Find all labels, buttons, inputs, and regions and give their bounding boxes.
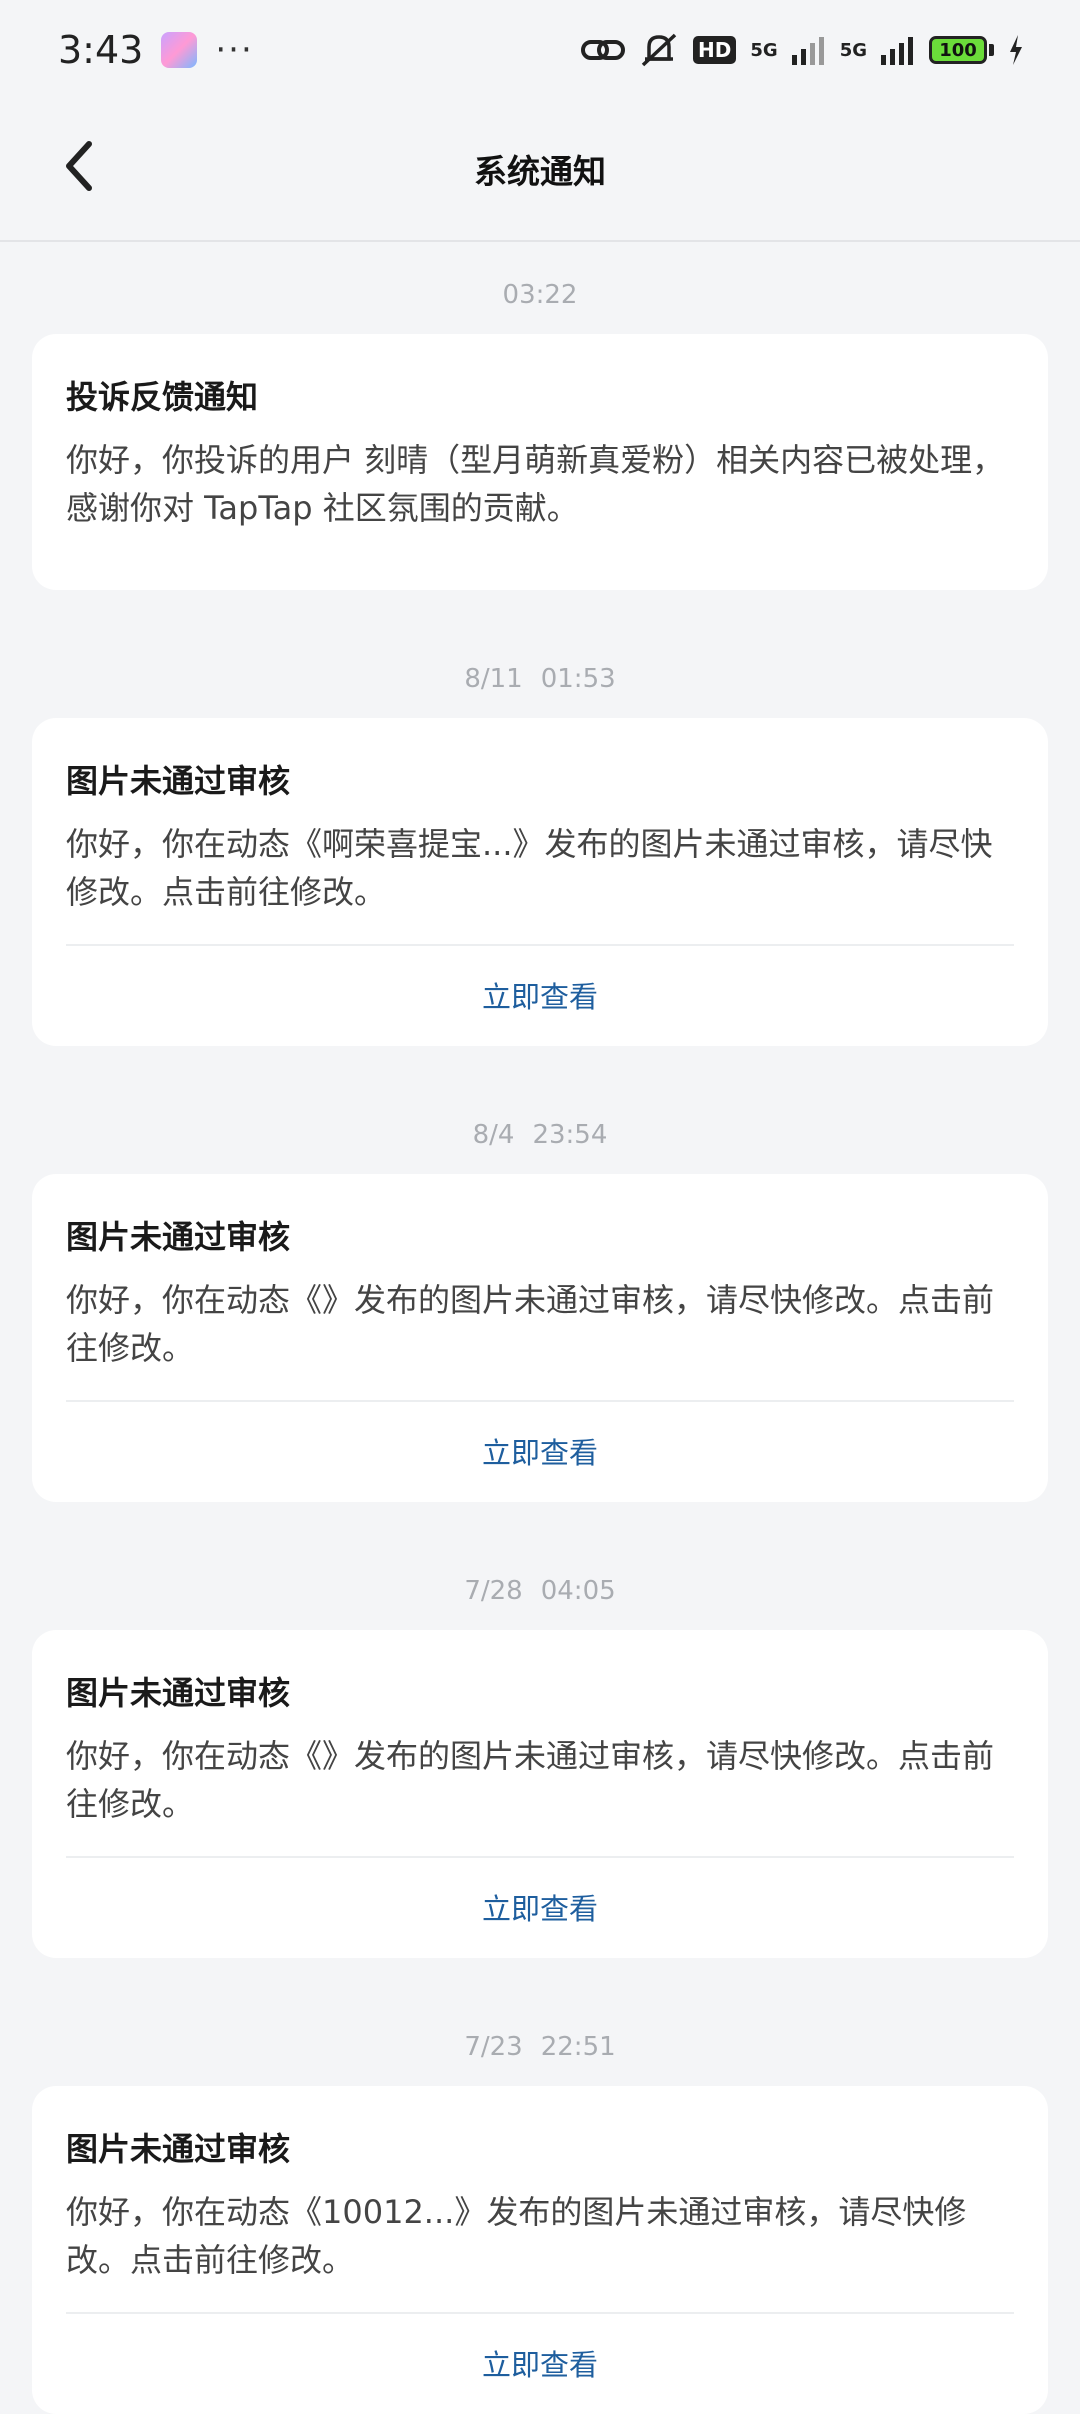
signal-icon xyxy=(791,37,824,65)
network-5g-label: 5G xyxy=(750,39,778,61)
notice-title: 图片未通过审核 xyxy=(66,2130,291,2168)
notification-list: 03:22 投诉反馈通知 你好，你投诉的用户 刻晴（型月萌新真爱粉）相关内容已被… xyxy=(0,242,1080,2414)
link-icon xyxy=(581,40,626,60)
notice-timestamp: 7/28 04:05 xyxy=(0,1566,1080,1616)
network-5g-label-2: 5G xyxy=(839,39,867,61)
notice-date: 8/4 xyxy=(472,1120,515,1150)
notice-title: 图片未通过审核 xyxy=(66,1674,291,1712)
notice-timestamp: 8/11 01:53 xyxy=(0,654,1080,704)
notice-body[interactable]: 你好，你在动态《》发布的图片未通过审核，请尽快修改。点击前往修改。 xyxy=(66,1276,1014,1400)
status-time: 3:43 xyxy=(58,28,144,72)
view-now-button[interactable]: 立即查看 xyxy=(66,2314,1014,2414)
notice-title: 投诉反馈通知 xyxy=(66,378,259,416)
hd-badge: HD xyxy=(693,36,737,64)
app-notification-icon xyxy=(161,32,198,68)
notice-card: 图片未通过审核 你好，你在动态《10012...》发布的图片未通过审核，请尽快修… xyxy=(32,2086,1048,2414)
nav-bar: 系统通知 xyxy=(0,100,1080,242)
notice-body[interactable]: 你好，你在动态《》发布的图片未通过审核，请尽快修改。点击前往修改。 xyxy=(66,1732,1014,1856)
notice-title: 图片未通过审核 xyxy=(66,762,291,800)
status-bar: 3:43 ··· HD 5G 5G 100 xyxy=(0,0,1080,100)
battery-level: 100 xyxy=(939,39,977,61)
page-title: 系统通知 xyxy=(474,152,606,191)
notice-body[interactable]: 你好，你在动态《啊荣喜提宝...》发布的图片未通过审核，请尽快修改。点击前往修改… xyxy=(66,820,1014,944)
notice-time: 01:53 xyxy=(540,664,616,694)
notice-timestamp: 7/23 22:51 xyxy=(0,2022,1080,2072)
notice-timestamp: 8/4 23:54 xyxy=(0,1110,1080,1160)
notice-timestamp: 03:22 xyxy=(0,270,1080,320)
notice-body: 你好，你投诉的用户 刻晴（型月萌新真爱粉）相关内容已被处理，感谢你对 TapTa… xyxy=(66,441,1005,527)
view-now-button[interactable]: 立即查看 xyxy=(66,1858,1014,1958)
notice-date: 7/28 xyxy=(464,1576,523,1606)
notice-time: 23:54 xyxy=(532,1120,608,1150)
notice-card: 图片未通过审核 你好，你在动态《》发布的图片未通过审核，请尽快修改。点击前往修改… xyxy=(32,1174,1048,1502)
notice-card[interactable]: 投诉反馈通知 你好，你投诉的用户 刻晴（型月萌新真爱粉）相关内容已被处理，感谢你… xyxy=(32,334,1048,590)
view-now-button[interactable]: 立即查看 xyxy=(66,946,1014,1046)
notice-time: 22:51 xyxy=(540,2032,616,2062)
signal-icon-2 xyxy=(881,37,913,65)
charging-icon xyxy=(1010,35,1022,65)
notice-body[interactable]: 你好，你在动态《10012...》发布的图片未通过审核，请尽快修改。点击前往修改… xyxy=(66,2188,1014,2312)
notice-card: 图片未通过审核 你好，你在动态《啊荣喜提宝...》发布的图片未通过审核，请尽快修… xyxy=(32,718,1048,1046)
view-now-button[interactable]: 立即查看 xyxy=(66,1402,1014,1502)
more-notifications-icon: ··· xyxy=(215,30,254,70)
notice-title: 图片未通过审核 xyxy=(66,1218,291,1256)
mute-bell-icon xyxy=(641,33,677,67)
notice-card: 图片未通过审核 你好，你在动态《》发布的图片未通过审核，请尽快修改。点击前往修改… xyxy=(32,1630,1048,1958)
notice-time: 04:05 xyxy=(540,1576,616,1606)
notice-date: 7/23 xyxy=(464,2032,523,2062)
notice-date: 8/11 xyxy=(464,664,523,694)
notice-time: 03:22 xyxy=(502,280,578,310)
battery-icon: 100 xyxy=(929,36,994,64)
